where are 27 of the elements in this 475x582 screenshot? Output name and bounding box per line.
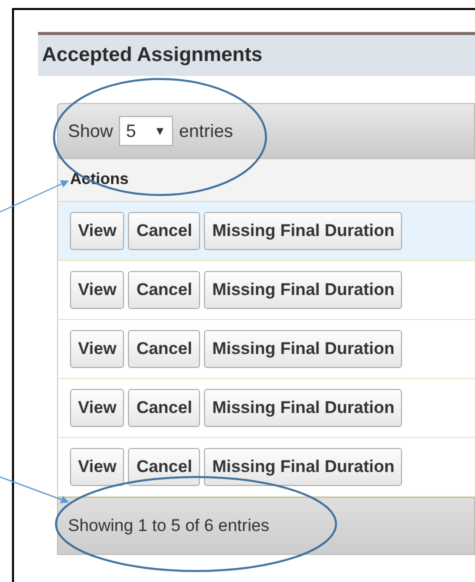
action-button[interactable]: Missing Final Duration — [204, 271, 402, 309]
entries-label: entries — [178, 120, 233, 142]
table-row[interactable]: View Cancel Missing Final Duration — [57, 261, 475, 320]
table-row[interactable]: View Cancel Missing Final Duration — [57, 320, 475, 379]
action-button[interactable]: View — [70, 330, 124, 368]
action-button[interactable]: View — [70, 448, 124, 486]
table-row[interactable]: View Cancel Missing Final Duration — [57, 202, 475, 261]
action-button[interactable]: View — [70, 212, 124, 250]
action-button[interactable]: Missing Final Duration — [204, 448, 402, 486]
action-button[interactable]: Cancel — [128, 330, 200, 368]
action-button[interactable]: View — [70, 271, 124, 309]
action-button[interactable]: Missing Final Duration — [204, 212, 402, 250]
annotation-arrow — [0, 476, 69, 504]
table-row[interactable]: View Cancel Missing Final Duration — [57, 438, 475, 497]
action-button[interactable]: Cancel — [128, 212, 200, 250]
action-button[interactable]: View — [70, 389, 124, 427]
action-button[interactable]: Missing Final Duration — [204, 330, 402, 368]
action-button[interactable]: Cancel — [128, 448, 200, 486]
action-button[interactable]: Missing Final Duration — [204, 389, 402, 427]
show-label: Show — [68, 120, 114, 142]
table-row[interactable]: View Cancel Missing Final Duration — [57, 379, 475, 438]
panel-title: Accepted Assignments — [42, 44, 262, 67]
action-button[interactable]: Cancel — [128, 271, 200, 309]
table-info: Showing 1 to 5 of 6 entries — [68, 516, 270, 536]
entries-select[interactable]: 5 ▼ — [119, 116, 173, 146]
annotation-arrow — [0, 180, 69, 213]
action-button[interactable]: Cancel — [128, 389, 200, 427]
